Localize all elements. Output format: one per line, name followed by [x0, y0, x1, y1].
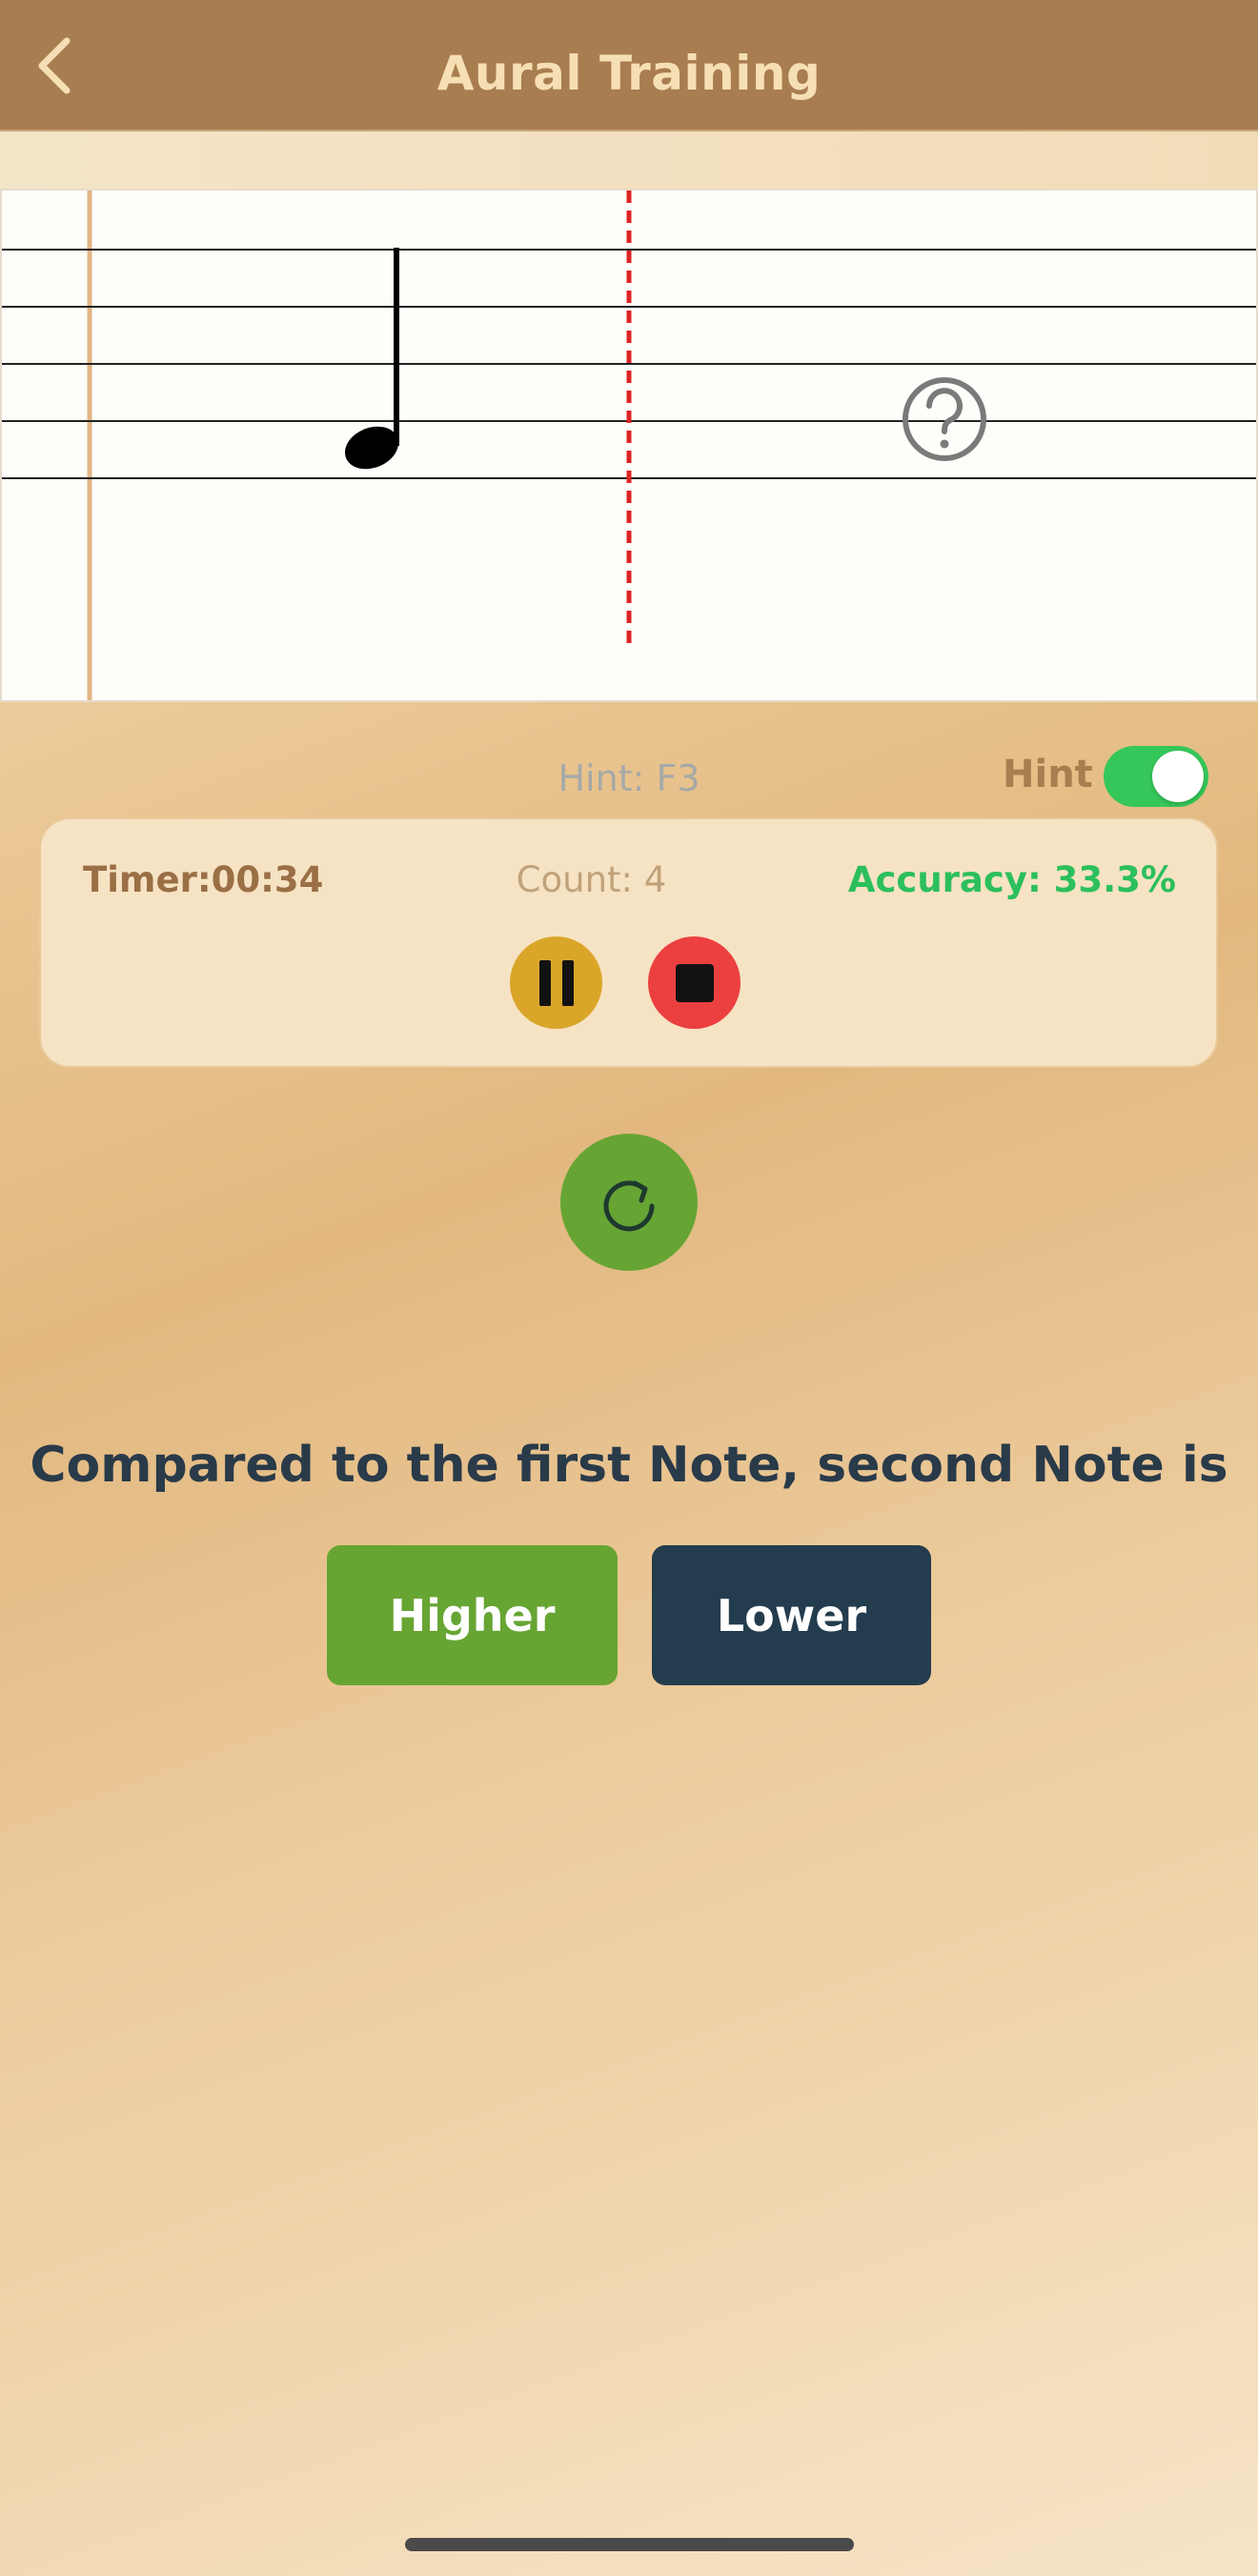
hint-toggle[interactable] — [1104, 746, 1208, 807]
pause-icon — [538, 959, 551, 1006]
home-indicator — [405, 2538, 854, 2551]
chevron-left-icon — [38, 37, 71, 94]
quarter-note-icon — [344, 248, 399, 470]
question-mark-icon — [903, 377, 986, 461]
session-panel: Timer:00:34 Count: 4 Accuracy: 33.3% — [39, 817, 1218, 1068]
accuracy-text: Accuracy: 33.3% — [847, 859, 1176, 900]
lower-button[interactable]: Lower — [652, 1545, 931, 1685]
music-staff — [0, 189, 1258, 702]
back-button[interactable] — [27, 37, 84, 94]
pause-button[interactable] — [510, 936, 602, 1029]
pause-icon — [561, 959, 574, 1006]
refresh-icon — [603, 1180, 655, 1232]
higher-button[interactable]: Higher — [327, 1545, 618, 1685]
page-title: Aural Training — [436, 46, 822, 101]
hint-toggle-label: Hint — [1003, 753, 1093, 796]
app-header: Aural Training — [0, 0, 1258, 131]
stop-button[interactable] — [648, 936, 741, 1029]
question-text: Compared to the first Note, second Note … — [30, 1437, 1228, 1494]
replay-button[interactable] — [560, 1134, 698, 1271]
stop-icon — [675, 963, 714, 1002]
header-band — [0, 131, 1258, 191]
toggle-knob — [1152, 751, 1204, 802]
